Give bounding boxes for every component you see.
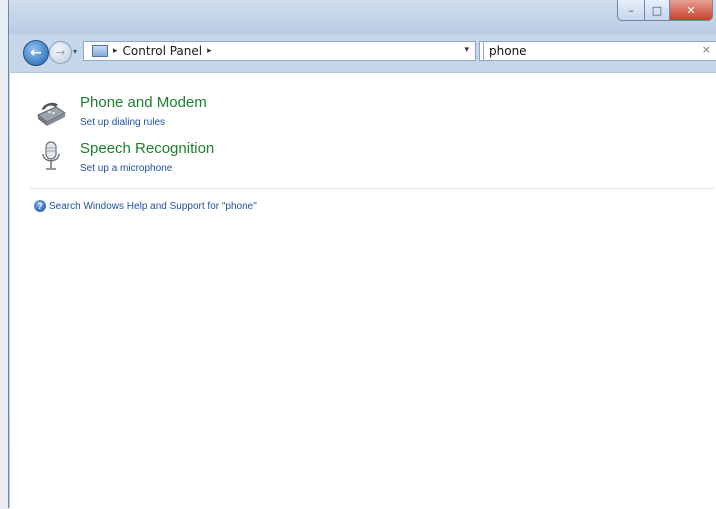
breadcrumb-control-panel[interactable]: Control Panel (123, 44, 203, 58)
phone-and-modem-link[interactable]: Phone and Modem (80, 94, 207, 111)
help-icon: ? (34, 200, 46, 212)
control-panel-window: – □ ✕ ← → ▾ ▸ Control Panel ▸ ▾ ↻ × (8, 0, 716, 509)
close-button[interactable]: ✕ (670, 0, 713, 21)
address-dropdown-icon[interactable]: ▾ (464, 45, 469, 55)
set-up-a-microphone-link[interactable]: Set up a microphone (80, 163, 172, 174)
search-clear-icon[interactable]: × (702, 43, 711, 56)
results-pane: Phone and Modem Set up dialing rules Spe… (10, 72, 716, 509)
breadcrumb-separator-icon[interactable]: ▸ (113, 46, 118, 56)
address-bar[interactable]: ▸ Control Panel ▸ ▾ (83, 41, 476, 61)
result-phone-and-modem: Phone and Modem Set up dialing rules (10, 89, 710, 133)
recent-pages-dropdown[interactable]: ▾ (73, 47, 77, 56)
maximize-button[interactable]: □ (645, 0, 670, 21)
forward-button[interactable]: → (49, 41, 72, 64)
search-help-text[interactable]: Search Windows Help and Support for "pho… (49, 201, 257, 212)
results-divider (30, 188, 714, 189)
minimize-button[interactable]: – (617, 0, 645, 21)
navigation-bar: ← → ▾ ▸ Control Panel ▸ ▾ ↻ × (9, 34, 716, 72)
back-button[interactable]: ← (23, 40, 49, 66)
microphone-icon[interactable] (34, 139, 68, 173)
search-help-link[interactable]: ? Search Windows Help and Support for "p… (34, 200, 257, 212)
caption-buttons: – □ ✕ (617, 0, 713, 21)
set-up-dialing-rules-link[interactable]: Set up dialing rules (80, 117, 165, 128)
result-speech-recognition: Speech Recognition Set up a microphone (10, 135, 710, 179)
breadcrumb-separator-icon[interactable]: ▸ (207, 46, 212, 56)
control-panel-icon (92, 45, 108, 57)
title-bar[interactable]: – □ ✕ (9, 0, 716, 34)
speech-recognition-link[interactable]: Speech Recognition (80, 140, 214, 157)
phone-modem-icon[interactable] (34, 93, 68, 127)
search-input[interactable] (483, 41, 716, 61)
